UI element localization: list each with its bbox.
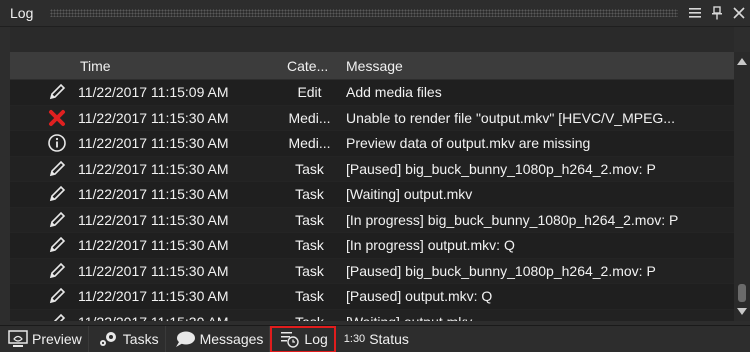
error-x-icon <box>46 107 68 129</box>
menu-icon <box>689 8 701 18</box>
pencil-icon <box>46 183 68 205</box>
row-message: [Paused] big_buck_bunny_1080p_h264_2.mov… <box>346 262 656 279</box>
tab-label: Log <box>304 331 328 347</box>
row-icon-cell <box>10 157 72 182</box>
scroll-thumb[interactable] <box>738 284 746 302</box>
row-message: [Waiting] output.mkv <box>346 186 473 203</box>
info-icon <box>46 132 68 154</box>
row-category: Task <box>279 314 340 321</box>
tab-label: Tasks <box>122 331 159 347</box>
row-category: Medi... <box>288 109 331 126</box>
pencil-icon <box>46 285 68 307</box>
row-time: 11/22/2017 11:15:30 AM <box>78 109 229 126</box>
table-row[interactable]: 11/22/2017 11:15:30 AM Medi... Preview dat… <box>10 131 734 157</box>
row-category: Task <box>295 237 324 254</box>
speech-bubble-icon <box>174 330 196 348</box>
row-icon-cell <box>10 182 72 207</box>
row-message: Preview data of output.mkv are missing <box>346 135 591 152</box>
row-time: 11/22/2017 11:15:30 AM <box>78 288 229 305</box>
row-time: 11/22/2017 11:15:30 AM <box>78 186 229 203</box>
panel-title: Log <box>10 5 34 21</box>
pencil-icon <box>46 234 68 256</box>
pin-icon <box>712 6 722 20</box>
row-time: 11/22/2017 11:15:30 AM <box>78 160 229 177</box>
row-message: [In progress] big_buck_bunny_1080p_h264_… <box>346 211 679 228</box>
row-icon-cell <box>10 106 72 131</box>
row-icon-cell <box>10 208 72 233</box>
close-button[interactable] <box>728 2 750 24</box>
gears-icon <box>97 330 119 348</box>
row-icon-cell <box>10 80 72 105</box>
table-row[interactable]: 11/22/2017 11:15:30 AM Task [Waiting] outp… <box>10 182 734 208</box>
column-chooser-strip <box>10 27 734 52</box>
pencil-icon <box>46 158 68 180</box>
pencil-icon <box>46 209 68 231</box>
status-prefix: 1:30 <box>343 333 366 345</box>
panel-titlebar: Log <box>0 0 750 27</box>
row-category: Task <box>295 288 324 305</box>
preview-icon <box>8 330 28 348</box>
row-message: [Paused] big_buck_bunny_1080p_h264_2.mov… <box>346 160 656 177</box>
row-category: Medi... <box>288 135 331 152</box>
log-clock-icon <box>280 330 300 348</box>
table-row[interactable]: 11/22/2017 11:15:30 AM Medi... Unable to r… <box>10 105 734 131</box>
header-time[interactable]: Time <box>72 58 279 74</box>
scroll-down-arrow-icon[interactable] <box>737 308 747 315</box>
scroll-up-arrow-icon[interactable] <box>737 58 747 65</box>
row-icon-cell <box>10 284 72 309</box>
tab-label: Messages <box>199 331 264 347</box>
row-time: 11/22/2017 11:15:30 AM <box>78 237 229 254</box>
pencil-icon <box>46 81 68 103</box>
row-category: Task <box>295 186 324 203</box>
row-message: Unable to render file "output.mkv" [HEVC… <box>346 109 675 126</box>
table-row[interactable]: 11/22/2017 11:15:30 AM Task [Paused] big_b… <box>10 156 734 182</box>
table-row[interactable]: 11/22/2017 11:15:30 AM Task [In progress] … <box>10 233 734 259</box>
tab-messages[interactable]: Messages <box>166 326 271 352</box>
row-icon-cell <box>10 233 72 258</box>
table-row[interactable]: 11/22/2017 11:15:30 AM Task [Paused] big_b… <box>10 258 734 284</box>
tab-label: Preview <box>32 331 82 347</box>
row-message: [Paused] output.mkv: Q <box>346 288 493 305</box>
row-icon-cell <box>10 259 72 284</box>
row-category: Task <box>295 160 324 177</box>
pin-button[interactable] <box>706 2 728 24</box>
drag-grip[interactable] <box>50 9 678 17</box>
row-time: 11/22/2017 11:15:30 AM <box>72 314 279 321</box>
row-message: [In progress] output.mkv: Q <box>346 237 515 254</box>
row-icon-cell <box>10 310 72 321</box>
row-time: 11/22/2017 11:15:30 AM <box>78 135 229 152</box>
table-row[interactable]: 11/22/2017 11:15:30 AM Task [In progress] … <box>10 207 734 233</box>
tab-tasks[interactable]: Tasks <box>89 326 166 352</box>
vertical-scrollbar[interactable] <box>734 52 750 321</box>
row-message: [Waiting] output.mkv <box>340 314 734 321</box>
tab-label: Status <box>369 331 409 347</box>
close-icon <box>733 7 745 19</box>
header-category[interactable]: Cate... <box>279 58 340 74</box>
row-icon-cell <box>10 131 72 156</box>
row-message: Add media files <box>346 84 442 101</box>
table-row[interactable]: 11/22/2017 11:15:09 AM Edit Add media file… <box>10 80 734 106</box>
row-category: Task <box>295 262 324 279</box>
pencil-icon <box>46 260 68 282</box>
menu-button[interactable] <box>684 2 706 24</box>
row-time: 11/22/2017 11:15:30 AM <box>78 211 229 228</box>
log-panel: Log Time Cate... Message 11/22/2017 11:1… <box>0 0 750 352</box>
bottom-tab-bar: Preview Tasks Messages Log 1:30 Status <box>0 325 750 352</box>
table-header: Time Cate... Message <box>10 52 734 79</box>
table-row[interactable]: 11/22/2017 11:15:30 AMTask[Waiting] outp… <box>10 309 734 321</box>
tab-preview[interactable]: Preview <box>0 326 89 352</box>
row-time: 11/22/2017 11:15:09 AM <box>78 84 229 101</box>
row-category: Edit <box>297 84 322 101</box>
pencil-icon <box>46 311 68 321</box>
row-time: 11/22/2017 11:15:30 AM <box>78 262 229 279</box>
log-rows: 11/22/2017 11:15:09 AM Edit Add media file… <box>10 80 734 321</box>
header-message[interactable]: Message <box>340 58 734 74</box>
tab-log[interactable]: Log <box>270 325 336 352</box>
table-row[interactable]: 11/22/2017 11:15:30 AM Task [Paused] outpu… <box>10 284 734 310</box>
tab-status[interactable]: 1:30 Status <box>336 326 415 352</box>
row-category: Task <box>295 211 324 228</box>
